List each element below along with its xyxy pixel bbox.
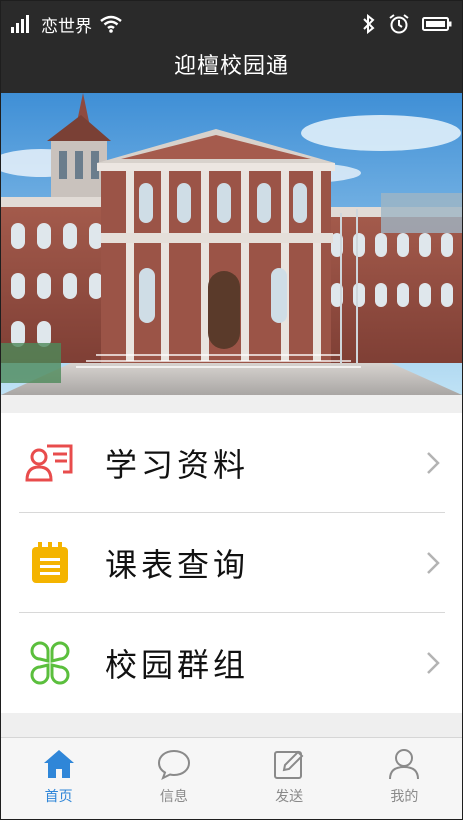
menu-label-schedule: 课表查询 — [105, 546, 250, 584]
tab-compose[interactable]: 发送 — [232, 738, 347, 819]
user-icon — [389, 749, 420, 780]
carrier-name: 恋世界 — [41, 16, 92, 37]
tab-messages[interactable]: 信息 — [116, 738, 231, 819]
tab-label-compose: 发送 — [275, 789, 304, 805]
tab-home[interactable]: 首页 — [1, 738, 116, 819]
menu-item-campus-groups[interactable]: 校园群组 — [1, 613, 462, 713]
feature-menu: 学习资料 课表查询 校园群组 — [1, 413, 462, 713]
battery-icon — [422, 17, 452, 31]
status-right — [362, 12, 452, 36]
chevron-right-icon — [427, 452, 440, 474]
bottom-tab-bar: 首页 信息 发送 我的 — [1, 737, 462, 819]
study-materials-icon — [23, 436, 77, 490]
wifi-icon — [100, 15, 122, 33]
compose-icon — [274, 750, 304, 779]
message-icon — [157, 749, 190, 780]
campus-groups-icon — [23, 636, 77, 690]
section-gap — [1, 395, 462, 413]
nav-bar: 迎檀校园通 — [1, 47, 462, 93]
bluetooth-icon — [363, 14, 375, 34]
status-left: 恋世界 — [11, 12, 122, 37]
tab-label-profile: 我的 — [390, 789, 419, 805]
campus-illustration — [1, 93, 462, 395]
tab-label-home: 首页 — [44, 789, 73, 805]
menu-item-study-materials[interactable]: 学习资料 — [1, 413, 462, 513]
alarm-icon — [389, 14, 409, 34]
tab-label-messages: 信息 — [159, 789, 188, 805]
chevron-right-icon — [427, 652, 440, 674]
status-bar: 恋世界 — [1, 1, 462, 47]
section-gap — [1, 713, 462, 737]
phone-frame: 恋世界 迎檀校园通 学习资料 课表查询 校园群组 首页 信息 发送 我的 — [0, 0, 463, 820]
page-title: 迎檀校园通 — [173, 54, 289, 79]
home-icon — [43, 750, 74, 778]
signal-icon — [11, 15, 29, 33]
schedule-icon — [23, 536, 77, 590]
chevron-right-icon — [427, 552, 440, 574]
tab-profile[interactable]: 我的 — [347, 738, 462, 819]
menu-item-schedule[interactable]: 课表查询 — [1, 513, 462, 613]
menu-label-study-materials: 学习资料 — [105, 446, 250, 484]
campus-banner-image — [1, 93, 462, 395]
menu-label-campus-groups: 校园群组 — [105, 646, 250, 684]
